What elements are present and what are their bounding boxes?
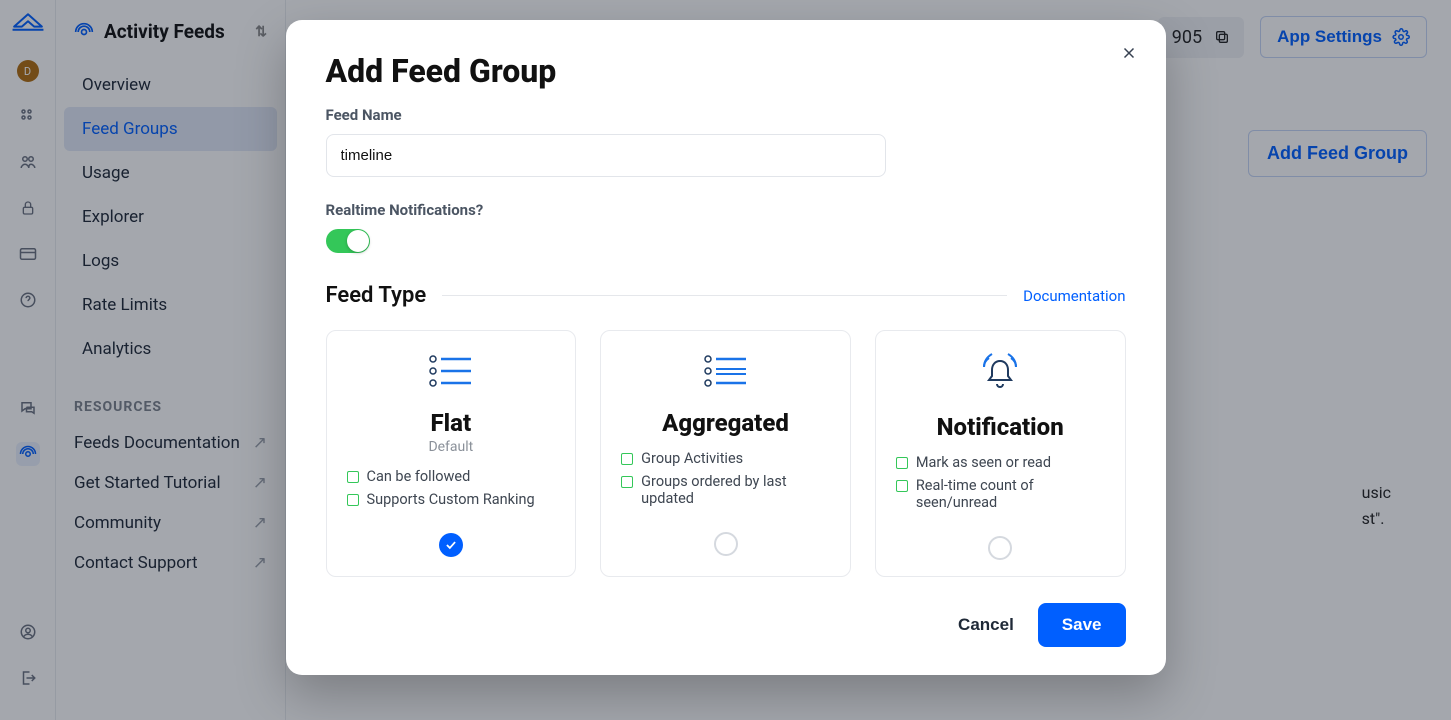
feed-type-cards: Flat Default Can be followed Supports Cu… [326, 330, 1126, 577]
feed-type-card-flat[interactable]: Flat Default Can be followed Supports Cu… [326, 330, 577, 577]
close-icon[interactable] [1120, 44, 1138, 66]
save-button[interactable]: Save [1038, 603, 1126, 647]
documentation-link[interactable]: Documentation [1023, 287, 1125, 305]
flat-list-icon [427, 351, 475, 395]
feature-item: Mark as seen or read [894, 451, 1107, 474]
add-feed-group-modal: Add Feed Group Feed Name Realtime Notifi… [286, 20, 1166, 675]
feed-name-label: Feed Name [326, 106, 1126, 124]
modal-title: Add Feed Group [326, 52, 1126, 90]
realtime-toggle[interactable] [326, 229, 370, 253]
card-title: Flat [431, 409, 472, 437]
feed-type-card-aggregated[interactable]: Aggregated Group Activities Groups order… [600, 330, 851, 577]
feed-type-card-notification[interactable]: Notification Mark as seen or read Real-t… [875, 330, 1126, 577]
notification-bell-icon [976, 351, 1024, 399]
card-title: Aggregated [662, 409, 789, 437]
feed-type-section-header: Feed Type Documentation [326, 283, 1126, 308]
card-title: Notification [937, 413, 1064, 441]
aggregated-list-icon [702, 351, 750, 395]
feature-item: Can be followed [345, 465, 558, 488]
radio-flat[interactable] [439, 533, 463, 557]
feature-item: Supports Custom Ranking [345, 488, 558, 511]
feature-item: Real-time count of seen/unread [894, 474, 1107, 514]
feature-item: Groups ordered by last updated [619, 470, 832, 510]
feed-name-input[interactable] [326, 134, 886, 177]
feed-type-title: Feed Type [326, 283, 427, 308]
realtime-label: Realtime Notifications? [326, 201, 1126, 219]
card-subtitle: Default [428, 439, 473, 455]
radio-notification[interactable] [988, 536, 1012, 560]
radio-aggregated[interactable] [714, 532, 738, 556]
modal-actions: Cancel Save [326, 603, 1126, 647]
feature-item: Group Activities [619, 447, 832, 470]
cancel-button[interactable]: Cancel [958, 615, 1014, 635]
